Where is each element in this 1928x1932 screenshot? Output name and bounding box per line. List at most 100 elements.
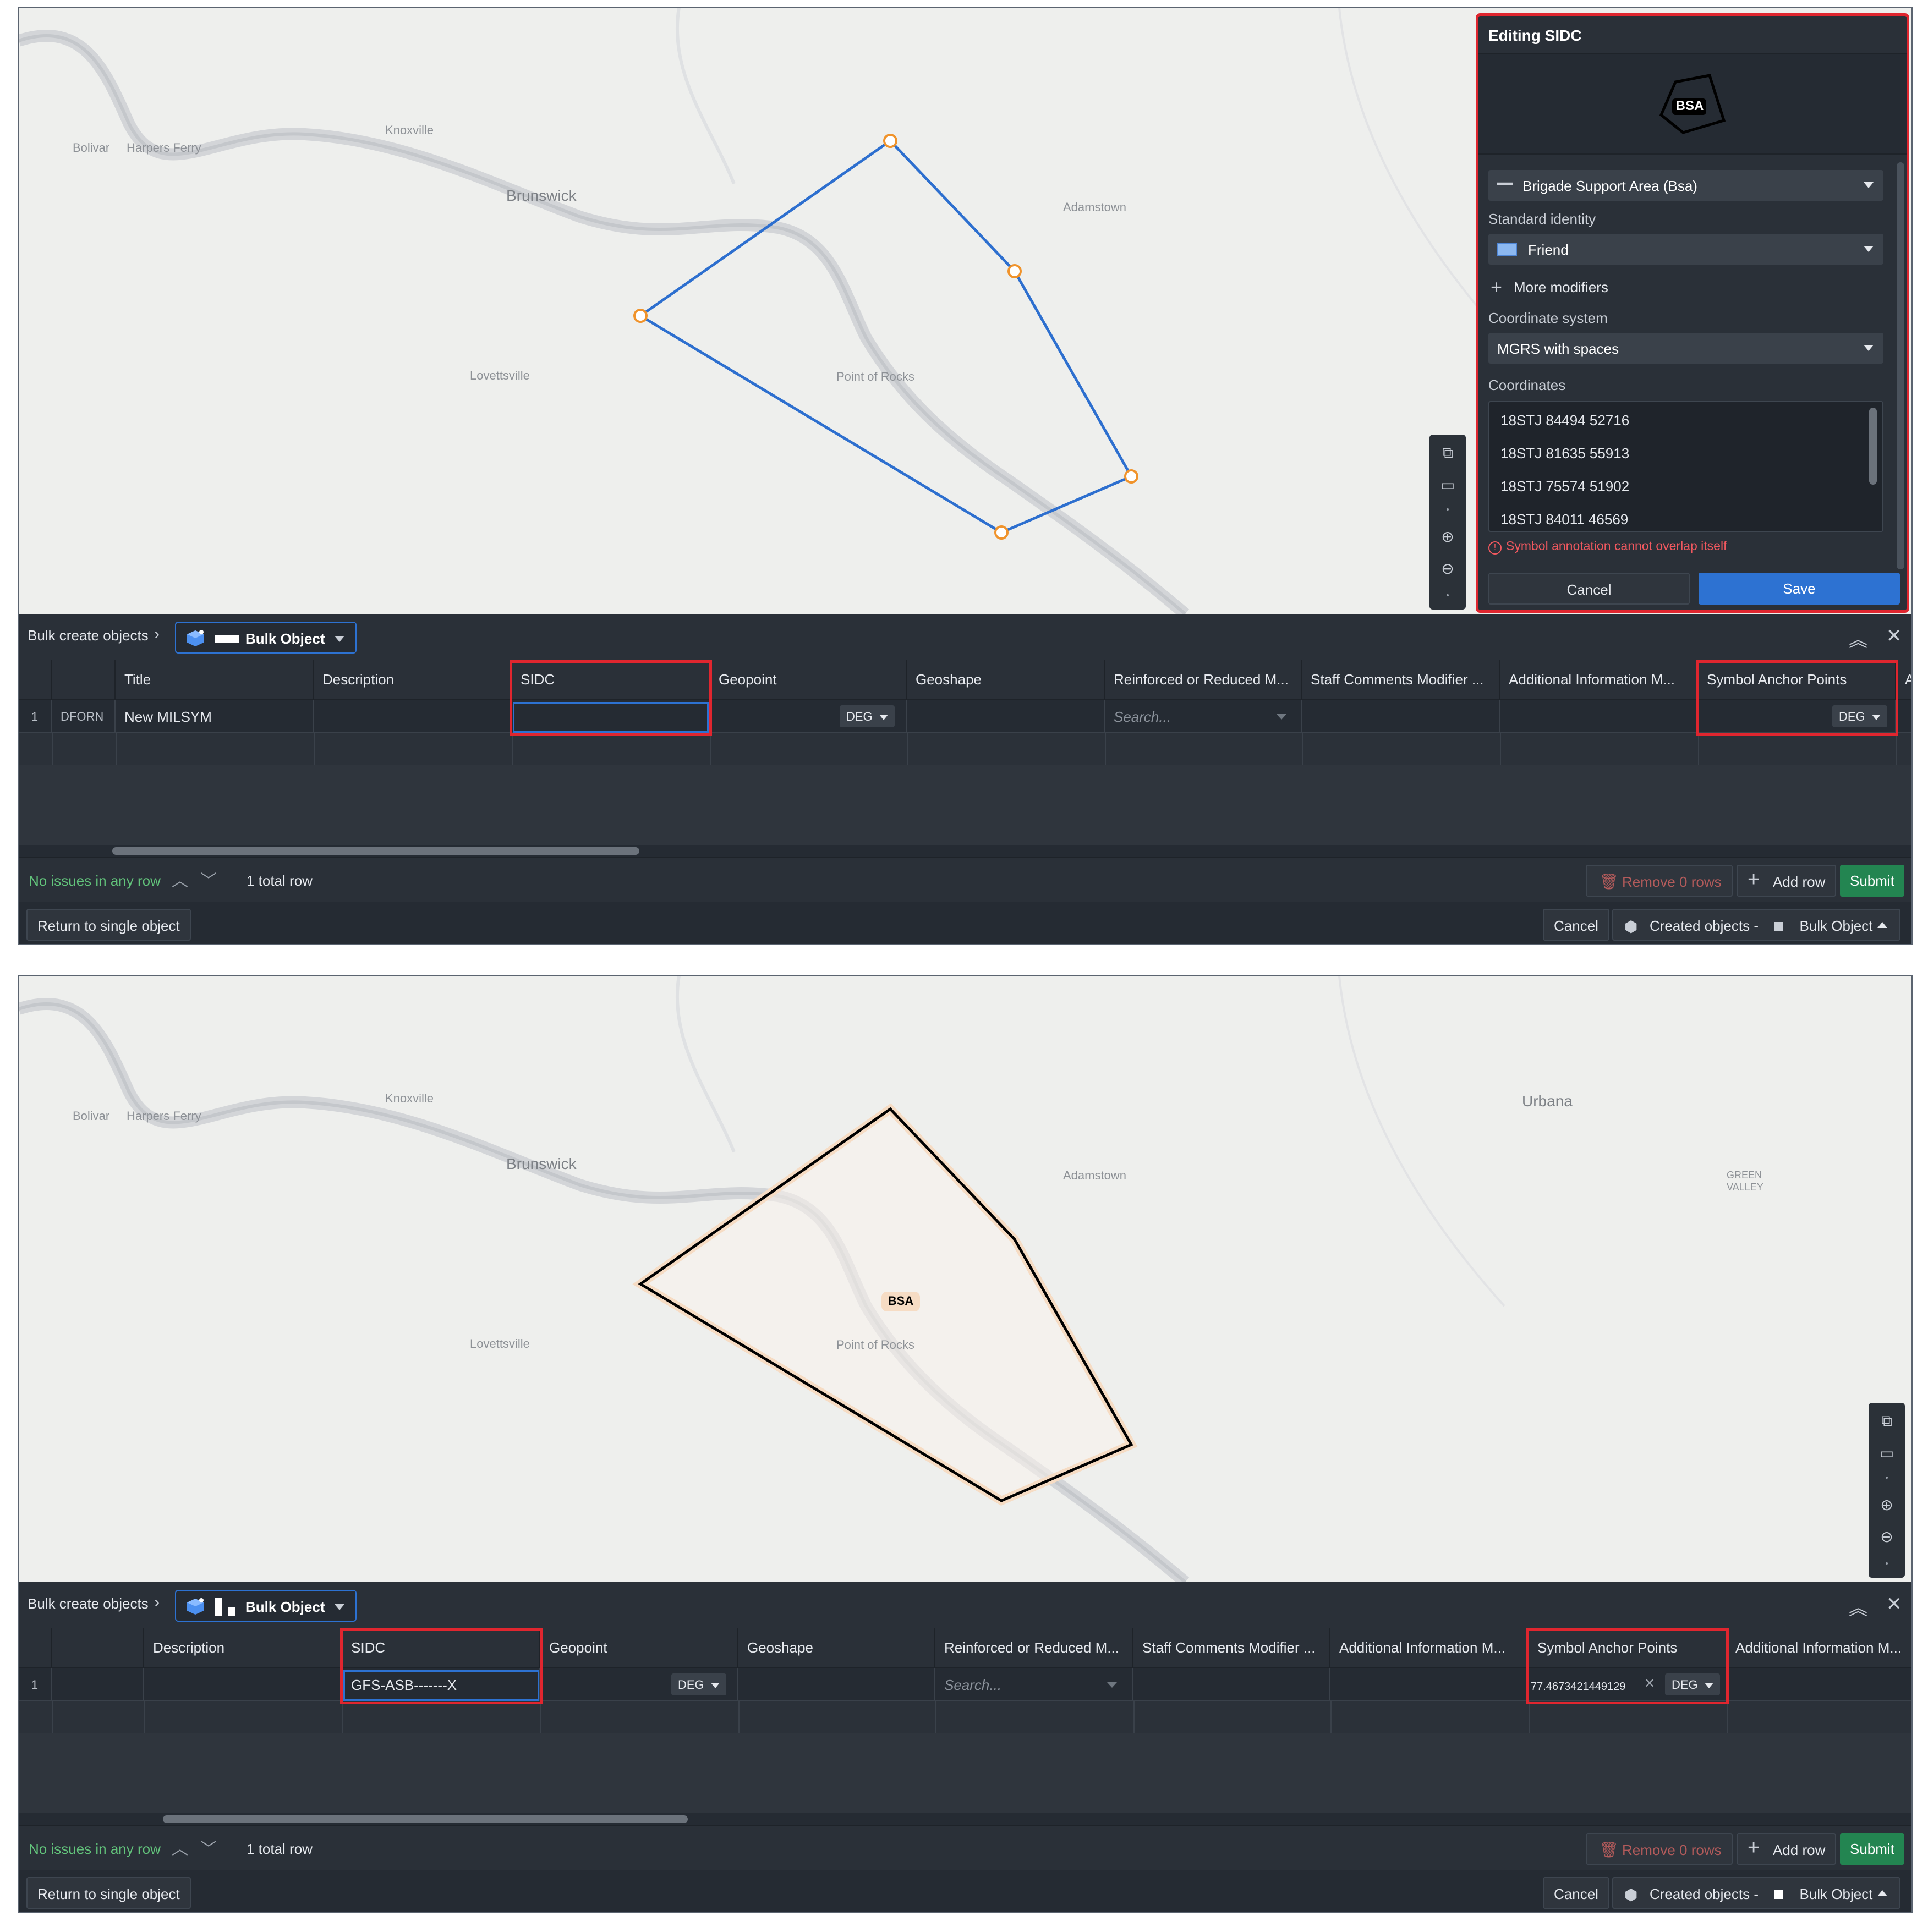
object-type-select[interactable]: Bulk Object <box>175 1590 357 1622</box>
row-nav-icons[interactable]: ︿﹀ <box>172 867 229 891</box>
collapse-icon[interactable]: ︽ <box>1849 625 1867 652</box>
row-nav-icons[interactable]: ︿﹀ <box>172 1835 229 1859</box>
return-single-button[interactable]: Return to single object <box>26 1877 191 1909</box>
column-header[interactable]: Geoshape <box>738 1628 935 1668</box>
remove-rows-button[interactable]: 🗑 Remove 0 rows <box>1586 1833 1733 1865</box>
zoom-in-icon[interactable]: ⊕ <box>1434 523 1461 550</box>
column-header[interactable]: Reinforced or Reduced M... <box>1105 660 1302 700</box>
vertex-handle[interactable] <box>633 309 648 323</box>
description-cell[interactable] <box>144 1668 342 1701</box>
add-row-label: Add row <box>1773 874 1826 890</box>
zoom-in-icon[interactable]: ⊕ <box>1873 1491 1900 1518</box>
edit-polygon[interactable] <box>638 139 1133 534</box>
geoshape-cell[interactable] <box>907 700 1105 733</box>
column-header[interactable]: Staff Comments Modifier ... <box>1302 660 1500 700</box>
created-objects-label: Created objects - <box>1650 918 1759 934</box>
geopoint-unit-select[interactable]: DEG <box>840 705 895 727</box>
vertex-handle[interactable] <box>1124 469 1138 484</box>
vertex-handle[interactable] <box>883 134 897 148</box>
coordinate-system-select[interactable]: MGRS with spaces <box>1488 333 1883 364</box>
road <box>1338 976 1505 1307</box>
active-cell-outline <box>513 702 709 733</box>
column-header[interactable]: Additional Information M... <box>1330 1628 1529 1668</box>
map-label-lovettsville: Lovettsville <box>470 1337 530 1351</box>
footer-cancel-button[interactable]: Cancel <box>1543 909 1609 941</box>
description-cell[interactable] <box>314 700 512 733</box>
column-header[interactable]: Geopoint <box>540 1628 738 1668</box>
horizontal-scrollbar[interactable] <box>19 1813 1911 1825</box>
map-layers-icon[interactable]: ⧉ <box>1434 439 1461 466</box>
remove-rows-button[interactable]: 🗑 Remove 0 rows <box>1586 865 1733 897</box>
id-header <box>52 1628 144 1668</box>
column-header[interactable]: Geoshape <box>907 660 1105 700</box>
symbol-type-select[interactable]: ▬▬ Brigade Support Area (Bsa) <box>1488 170 1883 201</box>
coordinates-scrollbar[interactable] <box>1869 408 1877 485</box>
column-header[interactable]: Additional Information M... <box>1500 660 1698 700</box>
standard-identity-select[interactable]: Friend <box>1488 234 1883 265</box>
geopoint-cell[interactable]: DEG <box>540 1668 738 1701</box>
column-header[interactable]: Reinforced or Reduced M... <box>935 1628 1133 1668</box>
scrollbar-thumb[interactable] <box>163 1815 688 1823</box>
additional-info-cell[interactable] <box>1500 700 1698 733</box>
column-header[interactable]: Description <box>144 1628 342 1668</box>
breadcrumb[interactable]: Bulk create objects <box>28 627 149 644</box>
reinforced-cell[interactable]: Search... <box>935 1668 1133 1701</box>
submit-button[interactable]: Submit <box>1840 865 1904 897</box>
table-header-row: Title Description SIDC Geopoint Geoshape… <box>19 660 1911 700</box>
dialog-cancel-button[interactable]: Cancel <box>1488 573 1690 605</box>
chevron-right-icon: › <box>154 1593 160 1611</box>
geopoint-cell[interactable]: DEG <box>710 700 907 733</box>
horizontal-scrollbar[interactable] <box>19 845 1911 857</box>
object-type-select[interactable]: Bulk Object <box>175 622 357 654</box>
map-label-adamstown: Adamstown <box>1063 200 1126 214</box>
coordinates-textarea[interactable]: 18STJ 84494 52716 18STJ 81635 55913 18ST… <box>1488 401 1883 532</box>
map-label-point-of-rocks: Point of Rocks <box>836 1338 914 1352</box>
grid-line <box>1529 1701 1530 1733</box>
scrollbar-thumb[interactable] <box>112 847 639 855</box>
title-cell[interactable]: New MILSYM <box>116 700 314 733</box>
return-single-button[interactable]: Return to single object <box>26 909 191 941</box>
reinforced-cell[interactable]: Search... <box>1105 700 1302 733</box>
geopoint-unit-select[interactable]: DEG <box>671 1673 726 1695</box>
dialog-save-button[interactable]: Save <box>1699 573 1900 605</box>
more-modifiers-button[interactable]: + More modifiers <box>1488 276 1608 301</box>
zoom-out-icon[interactable]: ⊖ <box>1434 555 1461 582</box>
vertex-handle[interactable] <box>1007 264 1022 278</box>
created-objects-button[interactable]: ⬢ Created objects - Bulk Object <box>1612 909 1900 941</box>
map-label-brunswick: Brunswick <box>506 187 577 204</box>
map-label-valley: VALLEY <box>1727 1182 1763 1193</box>
map-legend-icon[interactable]: ▭ <box>1434 471 1461 498</box>
add-row-button[interactable]: + Add row <box>1737 1833 1837 1865</box>
vertex-handle[interactable] <box>994 525 1009 540</box>
column-header[interactable]: Additional Information M... <box>1727 1628 1911 1668</box>
map-layers-icon[interactable]: ⧉ <box>1873 1407 1900 1435</box>
map-view[interactable]: BSA Knoxville Bolivar Harpers Ferry Brun… <box>19 976 1911 1582</box>
collapse-icon[interactable]: ︽ <box>1849 1593 1867 1620</box>
column-header[interactable]: Ac <box>1896 660 1911 700</box>
column-header[interactable]: Geopoint <box>710 660 907 700</box>
column-header[interactable]: Description <box>314 660 512 700</box>
close-icon[interactable]: ✕ <box>1886 625 1902 647</box>
geoshape-cell[interactable] <box>738 1668 935 1701</box>
column-header[interactable]: Title <box>116 660 314 700</box>
footer-cancel-button[interactable]: Cancel <box>1543 1877 1609 1909</box>
created-objects-button[interactable]: ⬢ Created objects - Bulk Object <box>1612 1877 1900 1909</box>
staff-comments-cell[interactable] <box>1302 700 1500 733</box>
additional-info-cell[interactable] <box>1727 1668 1911 1701</box>
additional-info-cell[interactable] <box>1330 1668 1529 1701</box>
id-header <box>52 660 116 700</box>
close-icon[interactable]: ✕ <box>1886 1593 1902 1615</box>
map-view[interactable]: Knoxville Bolivar Harpers Ferry Brunswic… <box>19 8 1911 614</box>
zoom-out-icon[interactable]: ⊖ <box>1873 1523 1900 1550</box>
dialog-scrollbar[interactable] <box>1897 162 1904 569</box>
map-legend-icon[interactable]: ▭ <box>1873 1439 1900 1467</box>
breadcrumb[interactable]: Bulk create objects <box>28 1595 149 1612</box>
staff-comments-cell[interactable] <box>1133 1668 1330 1701</box>
map-canvas <box>19 976 1505 1582</box>
add-row-button[interactable]: + Add row <box>1737 865 1837 897</box>
validation-error: ! Symbol annotation cannot overlap itself <box>1488 539 1727 555</box>
submit-button[interactable]: Submit <box>1840 1833 1904 1865</box>
chevron-down-icon <box>335 1604 344 1610</box>
remove-rows-label: Remove 0 rows <box>1622 1842 1722 1858</box>
column-header[interactable]: Staff Comments Modifier ... <box>1133 1628 1330 1668</box>
